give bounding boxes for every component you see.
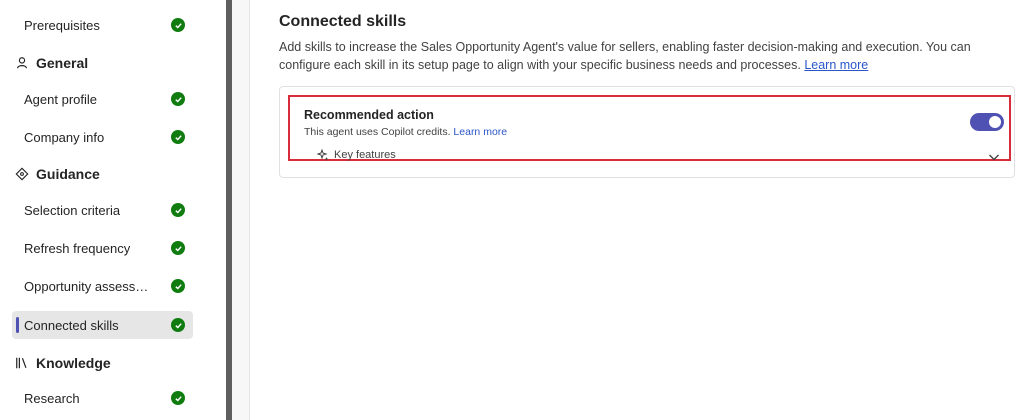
sidebar-item-prerequisites[interactable]: Prerequisites: [12, 11, 193, 39]
chevron-down-icon[interactable]: [987, 150, 1001, 164]
sidebar-item-label: Opportunity assessme...: [24, 278, 156, 294]
key-features-label: Key features: [334, 149, 396, 161]
skill-card: Recommended action This agent uses Copil…: [279, 86, 1015, 178]
person-icon: [14, 55, 30, 71]
compass-icon: [14, 166, 30, 182]
sidebar-item-connected-skills[interactable]: Connected skills: [12, 311, 193, 339]
library-icon: [14, 355, 30, 371]
check-icon: [171, 203, 185, 217]
sidebar-item-company-info[interactable]: Company info: [12, 123, 193, 151]
check-icon: [171, 318, 185, 332]
check-icon: [171, 130, 185, 144]
skill-toggle[interactable]: [970, 113, 1004, 131]
page-title: Connected skills: [279, 13, 407, 30]
section-guidance[interactable]: Guidance: [14, 166, 100, 182]
sidebar-item-research[interactable]: Research: [12, 384, 193, 412]
page-description: Add skills to increase the Sales Opportu…: [279, 38, 1019, 74]
section-label: Knowledge: [36, 355, 111, 371]
highlight-box: Recommended action This agent uses Copil…: [288, 95, 1011, 161]
check-icon: [171, 92, 185, 106]
learn-more-link[interactable]: Learn more: [804, 58, 868, 72]
sidebar-item-agent-profile[interactable]: Agent profile: [12, 85, 193, 113]
check-icon: [171, 18, 185, 32]
check-icon: [171, 241, 185, 255]
section-knowledge[interactable]: Knowledge: [14, 355, 111, 371]
sidebar-item-label: Research: [24, 390, 80, 406]
check-icon: [171, 391, 185, 405]
sidebar-item-label: Connected skills: [24, 317, 119, 333]
sparkle-icon: [316, 148, 329, 161]
section-label: General: [36, 55, 89, 71]
skill-subtitle-text: This agent uses Copilot credits.: [304, 126, 451, 138]
sidebar-item-refresh-frequency[interactable]: Refresh frequency: [12, 234, 193, 262]
toggle-knob: [989, 116, 1001, 128]
sidebar-item-label: Refresh frequency: [24, 240, 131, 256]
panel-gutter: [232, 0, 250, 420]
sidebar-item-label: Agent profile: [24, 91, 97, 107]
check-icon: [171, 279, 185, 293]
skill-title: Recommended action: [304, 108, 434, 122]
skill-subtitle: This agent uses Copilot credits. Learn m…: [304, 126, 507, 138]
sidebar-item-opportunity-assessment[interactable]: Opportunity assessme...: [12, 272, 193, 300]
sidebar: Prerequisites General Agent profile Comp…: [0, 0, 226, 420]
sidebar-item-selection-criteria[interactable]: Selection criteria: [12, 196, 193, 224]
sidebar-item-label: Selection criteria: [24, 202, 121, 218]
skill-learn-more-link[interactable]: Learn more: [453, 126, 507, 138]
section-label: Guidance: [36, 166, 100, 182]
selection-indicator: [16, 317, 19, 333]
sidebar-item-label: Company info: [24, 129, 105, 145]
section-general[interactable]: General: [14, 55, 88, 71]
key-features-expander[interactable]: Key features: [316, 148, 396, 161]
sidebar-item-label: Prerequisites: [24, 17, 100, 33]
